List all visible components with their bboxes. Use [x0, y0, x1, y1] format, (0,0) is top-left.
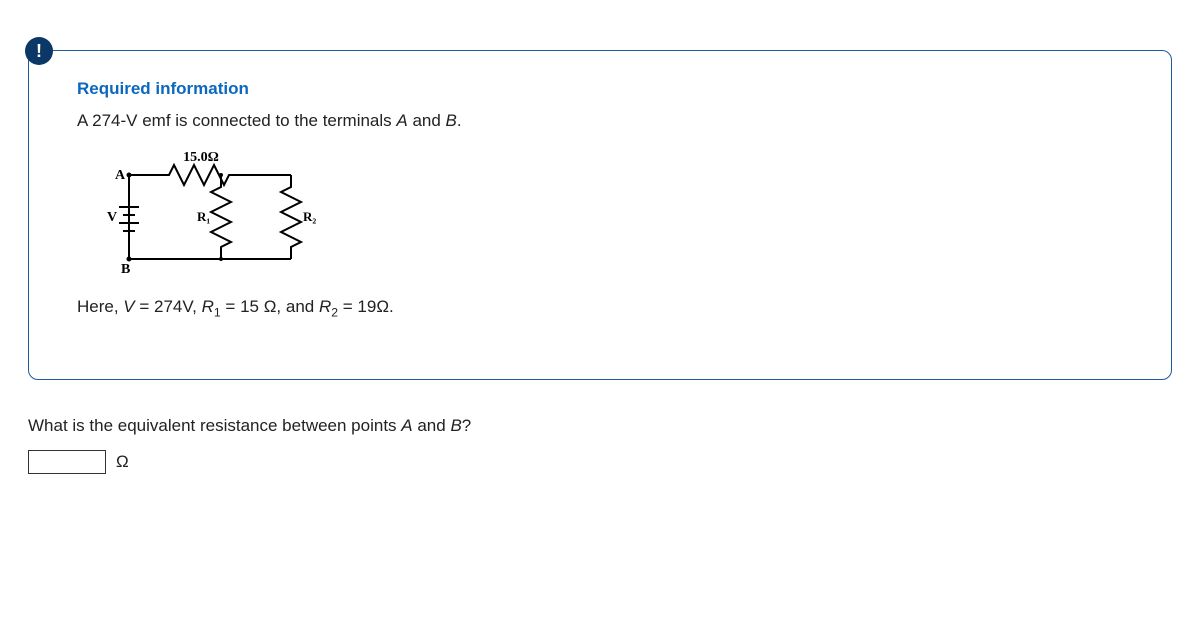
required-info-title: Required information	[77, 79, 1143, 99]
label-b: B	[121, 262, 130, 277]
answer-input[interactable]	[28, 450, 106, 474]
question-text: What is the equivalent resistance betwee…	[28, 416, 1180, 436]
question-b: B	[450, 416, 461, 435]
given-values: Here, V = 274V, R1 = 15 Ω, and R2 = 19Ω.	[77, 297, 1143, 319]
answer-unit: Ω	[116, 452, 129, 472]
given-v-eq: = 274V,	[135, 297, 202, 316]
label-a: A	[115, 168, 126, 183]
label-top-resistor: 15.0Ω	[183, 150, 219, 165]
terminal-b: B	[446, 111, 457, 130]
body-prefix: A 274-V emf is connected to the terminal…	[77, 111, 396, 130]
alert-icon: !	[25, 37, 53, 65]
given-r1-eq: = 15 Ω, and	[221, 297, 319, 316]
given-r2-var: R	[319, 297, 331, 316]
body-suffix: .	[457, 111, 462, 130]
question-prefix: What is the equivalent resistance betwee…	[28, 416, 401, 435]
required-info-body: A 274-V emf is connected to the terminal…	[77, 111, 1143, 131]
body-and: and	[408, 111, 446, 130]
answer-row: Ω	[28, 450, 1180, 474]
label-r2: R₂	[303, 209, 316, 224]
given-v-var: V	[123, 297, 134, 316]
question-a: A	[401, 416, 412, 435]
circuit-diagram: 15.0Ω A V R₁ R₂	[91, 149, 1143, 279]
given-prefix: Here,	[77, 297, 123, 316]
label-v: V	[107, 210, 117, 225]
question-suffix: ?	[462, 416, 471, 435]
given-r1-sub: 1	[214, 305, 221, 319]
given-r1-var: R	[202, 297, 214, 316]
question-and: and	[413, 416, 451, 435]
given-r2-eq: = 19Ω.	[338, 297, 394, 316]
required-info-box: ! Required information A 274-V emf is co…	[28, 50, 1172, 380]
terminal-a: A	[396, 111, 407, 130]
label-r1: R₁	[197, 209, 210, 224]
